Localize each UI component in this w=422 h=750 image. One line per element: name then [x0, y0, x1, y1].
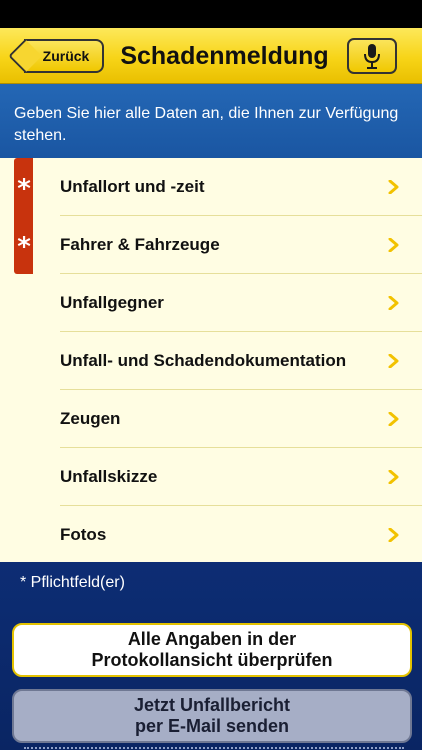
review-button-line2: Protokollansicht überprüfen — [91, 650, 333, 670]
chevron-right-icon — [388, 412, 399, 426]
back-button[interactable]: Zurück — [8, 39, 104, 73]
page-title: Schadenmeldung — [120, 41, 329, 70]
microphone-icon — [364, 44, 380, 69]
status-bar — [0, 0, 422, 28]
menu-item-label: Unfall- und Schadendokumentation — [60, 351, 347, 370]
cut-off-hint-text — [24, 744, 404, 750]
menu-item-fahrer[interactable]: * Fahrer & Fahrzeuge — [0, 216, 422, 274]
review-button-line1: Alle Angaben in der — [127, 629, 297, 649]
menu-item-label: Zeugen — [60, 409, 121, 428]
back-arrow-shape — [8, 39, 42, 73]
back-button-label: Zurück — [42, 48, 90, 64]
chevron-right-icon — [388, 180, 399, 194]
chevron-right-icon — [388, 238, 399, 252]
send-email-button[interactable]: Jetzt Unfallbericht per E-Mail senden — [12, 689, 412, 743]
chevron-right-icon — [388, 296, 399, 310]
menu-item-unfallskizze[interactable]: Unfallskizze — [0, 448, 422, 506]
menu-item-label: Fotos — [60, 525, 107, 544]
menu-item-zeugen[interactable]: Zeugen — [0, 390, 422, 448]
chevron-right-icon — [388, 528, 399, 542]
microphone-button[interactable] — [347, 38, 397, 74]
menu-item-label: Unfallort und -zeit — [60, 177, 205, 196]
menu-item-dokumentation[interactable]: Unfall- und Schadendokumentation — [0, 332, 422, 390]
navigation-bar: Zurück Schadenmeldung — [0, 28, 422, 84]
review-protocol-button[interactable]: Alle Angaben in der Protokollansicht übe… — [12, 623, 412, 677]
menu-item-unfallgegner[interactable]: Unfallgegner — [0, 274, 422, 332]
menu-item-fotos[interactable]: Fotos — [0, 506, 422, 564]
chevron-right-icon — [388, 470, 399, 484]
required-field-note: * Pflichtfeld(er) — [20, 574, 125, 591]
required-star-icon: * — [17, 174, 31, 204]
required-star-icon: * — [17, 232, 31, 262]
info-banner: Geben Sie hier alle Daten an, die Ihnen … — [0, 84, 422, 158]
menu-list: * Unfallort und -zeit * Fahrer & Fahrzeu… — [0, 158, 422, 562]
send-button-line2: per E-Mail senden — [134, 716, 290, 736]
menu-item-label: Fahrer & Fahrzeuge — [60, 235, 220, 254]
menu-item-label: Unfallgegner — [60, 293, 164, 312]
menu-item-label: Unfallskizze — [60, 467, 158, 486]
send-button-line1: Jetzt Unfallbericht — [133, 695, 291, 715]
menu-item-unfallort[interactable]: * Unfallort und -zeit — [0, 158, 422, 216]
chevron-right-icon — [388, 354, 399, 368]
